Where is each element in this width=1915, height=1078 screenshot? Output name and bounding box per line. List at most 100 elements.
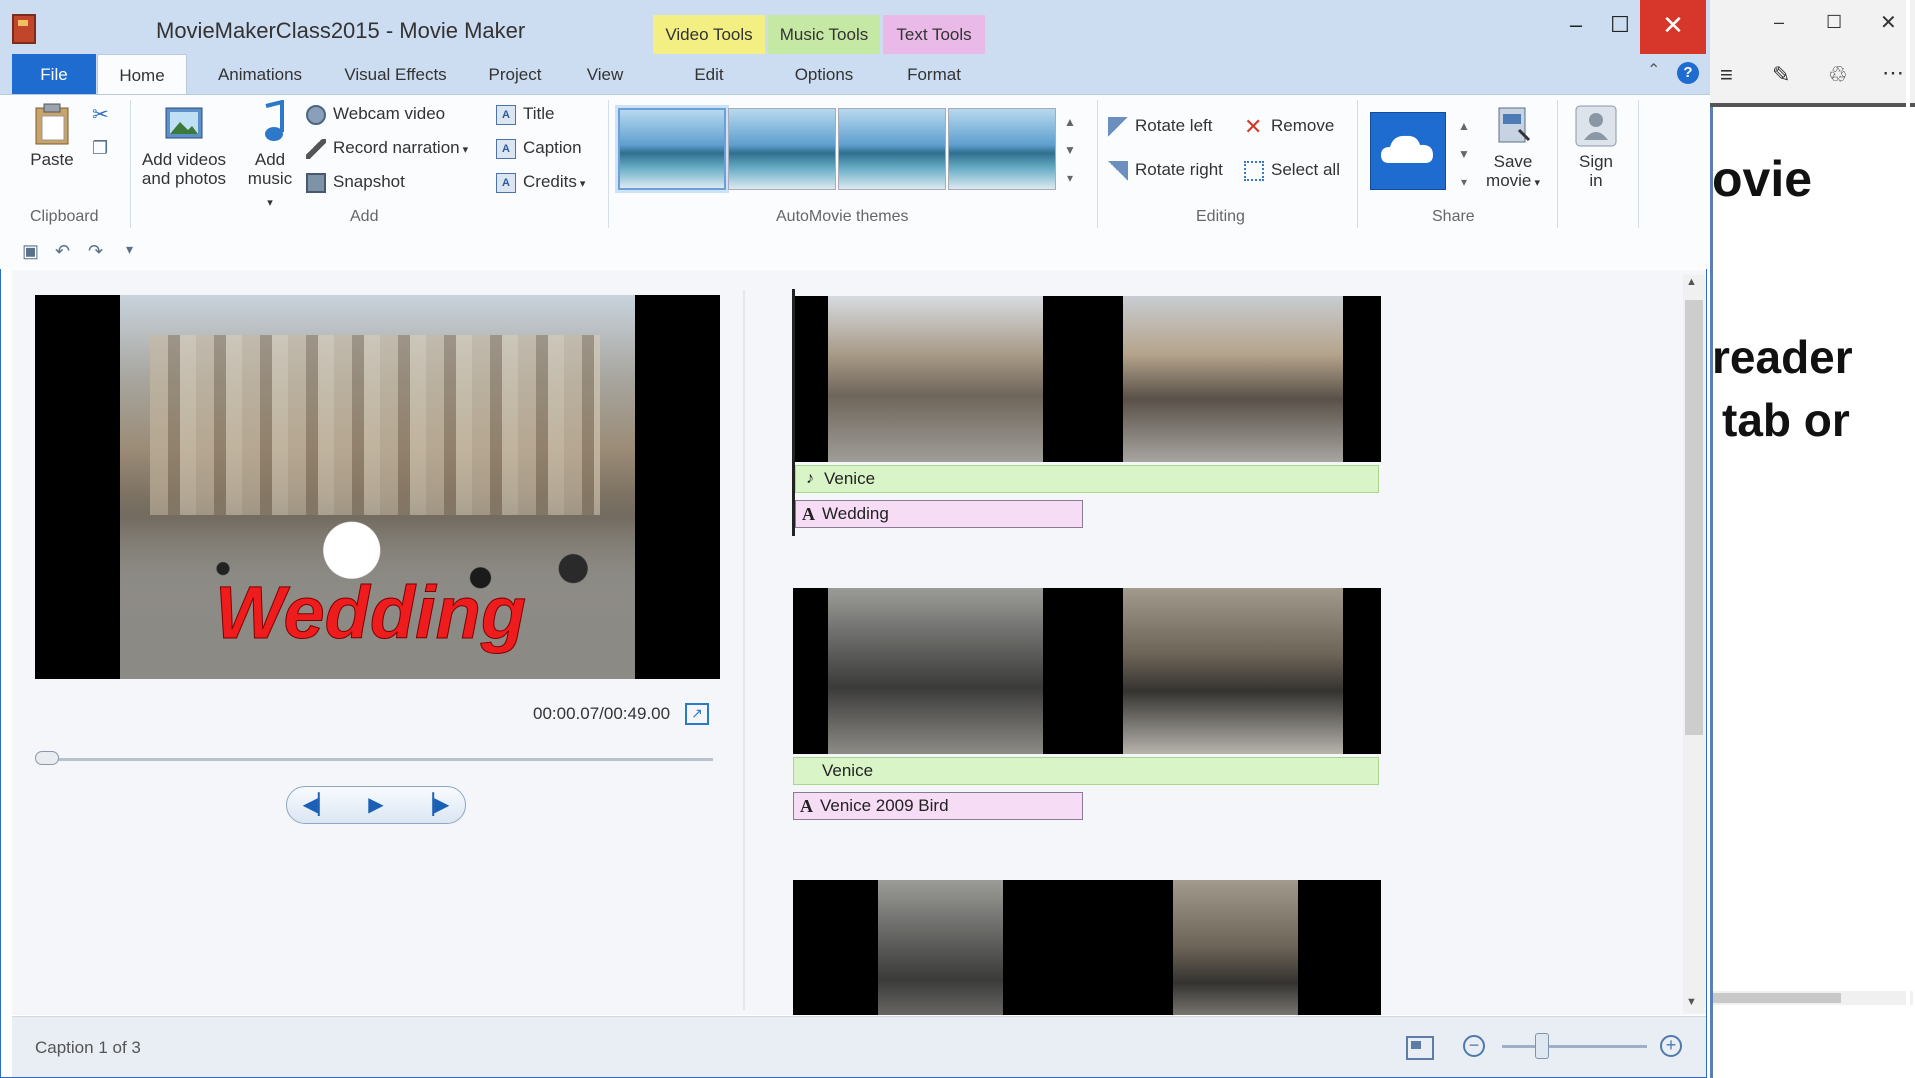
- text-tools-context-tab: Text Tools: [883, 15, 985, 54]
- reading-view-icon[interactable]: ≡: [1720, 62, 1733, 88]
- status-bar: [12, 1016, 1706, 1077]
- scroll-down-arrow-icon[interactable]: ▼: [1686, 996, 1697, 1008]
- tab-animations[interactable]: Animations: [200, 54, 320, 94]
- music-track-bar[interactable]: Venice: [793, 757, 1379, 785]
- credits-icon: A: [496, 172, 516, 193]
- select-all-button[interactable]: Select all: [1244, 160, 1340, 181]
- zoom-slider-track[interactable]: [1502, 1045, 1647, 1048]
- window-title: MovieMakerClass2015 - Movie Maker: [156, 18, 526, 43]
- webcam-video-button[interactable]: Webcam video: [306, 104, 445, 125]
- seek-bar-thumb[interactable]: [35, 751, 59, 765]
- web-note-icon[interactable]: ✎: [1772, 62, 1790, 88]
- preview-monitor[interactable]: Wedding: [35, 295, 720, 679]
- share-icon[interactable]: ♲: [1828, 62, 1848, 88]
- close-button[interactable]: ✕: [1640, 0, 1706, 54]
- playhead[interactable]: [792, 289, 795, 536]
- tab-file[interactable]: File: [12, 54, 96, 94]
- copy-icon[interactable]: ❐: [92, 138, 108, 159]
- onedrive-cloud-icon[interactable]: [1370, 112, 1446, 190]
- next-frame-button[interactable]: ▕▶: [404, 786, 464, 824]
- dropdown-arrow-icon: ▾: [576, 178, 586, 190]
- fullscreen-preview-icon[interactable]: ↗: [685, 703, 709, 725]
- chevron-down-icon[interactable]: ▼: [1456, 140, 1472, 168]
- title-label: Title: [523, 104, 555, 123]
- zoom-in-icon[interactable]: +: [1660, 1035, 1682, 1057]
- redo-icon[interactable]: ↷: [88, 241, 103, 262]
- side-horizontal-scrollbar-thumb[interactable]: [1713, 993, 1841, 1003]
- maximize-button[interactable]: ☐: [1596, 0, 1644, 54]
- themes-scroll-arrows[interactable]: ▲ ▼ ▾: [1060, 108, 1080, 192]
- clip-thumbnail[interactable]: [1123, 588, 1343, 754]
- minimize-button[interactable]: –: [1552, 0, 1600, 54]
- sign-in-label-2: in: [1589, 171, 1603, 190]
- thumbnail-size-icon[interactable]: [1406, 1036, 1434, 1060]
- play-button[interactable]: ▶: [346, 786, 406, 824]
- seek-bar-track[interactable]: [38, 758, 713, 761]
- scroll-up-arrow-icon[interactable]: ▲: [1686, 276, 1697, 288]
- caption-track-bar[interactable]: A Venice 2009 Bird: [793, 792, 1083, 820]
- zoom-out-icon[interactable]: −: [1463, 1035, 1485, 1057]
- maximize-icon[interactable]: ☐: [1826, 12, 1842, 33]
- tab-edit[interactable]: Edit: [653, 54, 765, 94]
- help-icon[interactable]: ?: [1677, 62, 1699, 84]
- undo-icon[interactable]: ↶: [55, 241, 70, 262]
- movie-maker-app-icon[interactable]: [12, 14, 36, 44]
- clip-thumbnail[interactable]: [878, 880, 1003, 1015]
- clip-thumbnail[interactable]: [828, 588, 1043, 754]
- tab-home[interactable]: Home: [97, 54, 187, 94]
- preview-caption-overlay[interactable]: Wedding: [214, 570, 526, 655]
- music-track-bar[interactable]: ♪ Venice: [795, 465, 1379, 493]
- credits-button[interactable]: A Credits ▾: [496, 172, 585, 193]
- tab-format[interactable]: Format: [883, 54, 985, 94]
- snapshot-button[interactable]: Snapshot: [306, 172, 405, 193]
- automovie-theme-4[interactable]: [948, 108, 1056, 190]
- storyboard-scrollbar-thumb[interactable]: [1685, 300, 1703, 735]
- cut-icon[interactable]: ✂: [92, 102, 109, 127]
- rotate-left-label: Rotate left: [1135, 116, 1213, 135]
- automovie-theme-3[interactable]: [838, 108, 946, 190]
- caption-button[interactable]: A Caption: [496, 138, 582, 159]
- chevron-up-icon[interactable]: ▲: [1060, 108, 1080, 136]
- tab-view[interactable]: View: [570, 54, 640, 94]
- zoom-slider-thumb[interactable]: [1535, 1033, 1549, 1059]
- remove-button[interactable]: ✕ Remove: [1244, 115, 1334, 137]
- automovie-theme-2[interactable]: [728, 108, 836, 190]
- gallery-more-icon[interactable]: ▾: [1456, 168, 1472, 196]
- gallery-more-icon[interactable]: ▾: [1060, 164, 1080, 192]
- clip-thumbnail[interactable]: [1173, 880, 1298, 1015]
- share-scroll-arrows[interactable]: ▲ ▼ ▾: [1456, 112, 1472, 196]
- storyboard-clip-row-2[interactable]: [793, 588, 1381, 754]
- automovie-theme-1[interactable]: [618, 108, 726, 190]
- tab-visual-effects[interactable]: Visual Effects: [333, 54, 458, 94]
- group-separator: [1357, 100, 1358, 228]
- close-icon[interactable]: ✕: [1880, 10, 1897, 35]
- chevron-down-icon[interactable]: ▼: [1060, 136, 1080, 164]
- save-icon[interactable]: ▣: [22, 241, 39, 262]
- rotate-right-button[interactable]: Rotate right: [1108, 160, 1223, 181]
- chevron-up-icon[interactable]: ▲: [1456, 112, 1472, 140]
- clip-thumbnail[interactable]: [828, 296, 1043, 462]
- tab-project[interactable]: Project: [470, 54, 560, 94]
- previous-frame-button[interactable]: ◀▏: [288, 786, 348, 824]
- pane-divider[interactable]: [743, 290, 745, 1010]
- tab-options[interactable]: Options: [768, 54, 880, 94]
- save-movie-label-1: Save: [1493, 152, 1533, 171]
- collapse-ribbon-icon[interactable]: ⌃: [1647, 60, 1660, 80]
- more-icon[interactable]: ⋯: [1882, 60, 1904, 86]
- add-music-button[interactable]: Add music ▾: [244, 99, 296, 213]
- storyboard-clip-row-1[interactable]: [793, 296, 1381, 462]
- title-button[interactable]: A Title: [496, 104, 555, 125]
- add-videos-and-photos-button[interactable]: Add videos and photos: [138, 102, 230, 188]
- sign-in-button[interactable]: Sign in: [1566, 104, 1626, 190]
- caption-track-bar[interactable]: A Wedding: [795, 500, 1083, 528]
- paste-button[interactable]: Paste: [24, 102, 80, 169]
- side-window-titlebar: – ☐ ✕: [1710, 0, 1915, 52]
- clip-thumbnail[interactable]: [1123, 296, 1343, 462]
- save-movie-button[interactable]: Save movie ▾: [1478, 104, 1548, 193]
- rotate-left-button[interactable]: Rotate left: [1108, 116, 1213, 137]
- minimize-icon[interactable]: –: [1774, 12, 1784, 33]
- storyboard-clip-row-3[interactable]: [793, 880, 1381, 1015]
- microphone-icon: [306, 138, 326, 159]
- customize-toolbar-icon[interactable]: ▾: [126, 241, 133, 258]
- record-narration-button[interactable]: Record narration ▾: [306, 138, 468, 159]
